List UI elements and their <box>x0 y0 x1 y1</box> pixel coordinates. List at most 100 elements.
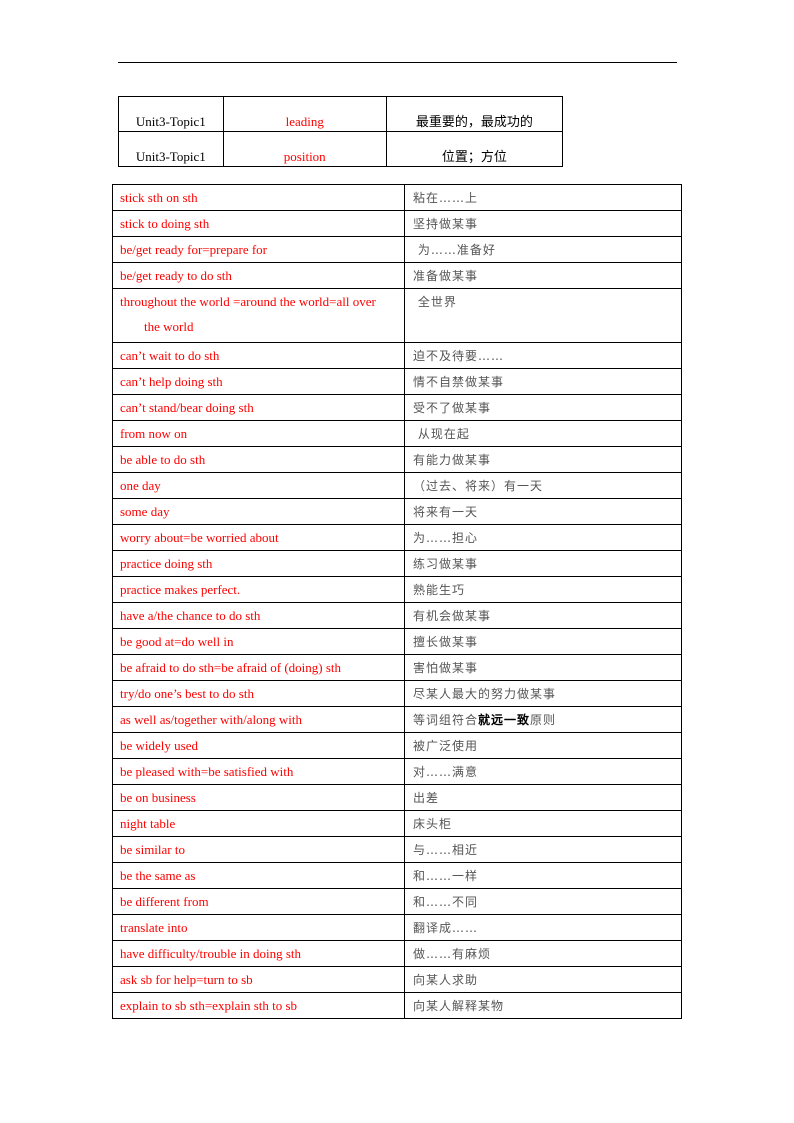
phrase-zh-cell: 被广泛使用 <box>404 732 682 759</box>
meaning-cell: 位置；方位 <box>385 131 564 167</box>
phrase-zh-text: 从现在起 <box>413 427 470 441</box>
phrase-zh-cell: 练习做某事 <box>404 550 682 577</box>
unit-cell: Unit3-Topic1 <box>118 96 224 132</box>
phrase-en-cell: be/get ready for=prepare for <box>112 236 405 263</box>
phrase-zh-cell: （过去、将来）有一天 <box>404 472 682 499</box>
table-row: one day （过去、将来）有一天 <box>112 472 682 499</box>
table-row: night table 床头柜 <box>112 810 682 837</box>
vocabulary-table: Unit3-Topic1 leading 最重要的，最成功的 Unit3-Top… <box>118 96 564 167</box>
table-row: explain to sb sth=explain sth to sb 向某人解释… <box>112 992 682 1019</box>
phrase-en-cell: one day <box>112 472 405 499</box>
phrase-zh-cell: 出差 <box>404 784 682 811</box>
phrase-zh-cell: 迫不及待要…… <box>404 342 682 369</box>
table-row: Unit3-Topic1 leading 最重要的，最成功的 <box>118 96 564 132</box>
phrase-en-cell: stick to doing sth <box>112 210 405 237</box>
phrase-table: stick sth on sth 粘在……上 stick to doing sth 坚… <box>112 184 682 1019</box>
phrase-en-text: be widely used <box>120 738 198 753</box>
phrase-zh-text: 准备做某事 <box>413 269 479 283</box>
phrase-en-cell: be on business <box>112 784 405 811</box>
phrase-en-cell: throughout the world =around the world=a… <box>112 288 405 343</box>
phrase-en-text: from now on <box>120 426 188 441</box>
phrase-en-cell: as well as/together with/along with <box>112 706 405 733</box>
phrase-zh-cell: 等词组符合就远一致原则 <box>404 706 682 733</box>
phrase-en-cell: can’t stand/bear doing sth <box>112 394 405 421</box>
phrase-en-text: throughout the world =around the world=a… <box>120 294 376 309</box>
phrase-en-cell: explain to sb sth=explain sth to sb <box>112 992 405 1019</box>
phrase-zh-text: 等词组符合 <box>413 713 479 727</box>
phrase-zh-cell: 床头柜 <box>404 810 682 837</box>
phrase-zh-cell: 熟能生巧 <box>404 576 682 603</box>
phrase-zh-cell: 向某人解释某物 <box>404 992 682 1019</box>
phrase-en-cell: some day <box>112 498 405 525</box>
phrase-zh-text: 迫不及待要…… <box>413 349 505 363</box>
table-row: worry about=be worried about 为……担心 <box>112 524 682 551</box>
table-row: be pleased with=be satisfied with 对……满意 <box>112 758 682 785</box>
phrase-zh-cell: 坚持做某事 <box>404 210 682 237</box>
table-row: be/get ready for=prepare for 为……准备好 <box>112 236 682 263</box>
phrase-en-cell: be good at=do well in <box>112 628 405 655</box>
phrase-en-text: can’t help doing sth <box>120 374 223 389</box>
phrase-en-text: be different from <box>120 894 209 909</box>
table-row: be similar to 与……相近 <box>112 836 682 863</box>
phrase-en-text: have difficulty/trouble in doing sth <box>120 946 302 961</box>
phrase-en-cell: be able to do sth <box>112 446 405 473</box>
phrase-zh-text: 熟能生巧 <box>413 583 466 597</box>
phrase-zh-cell: 有能力做某事 <box>404 446 682 473</box>
phrase-en-cell: be afraid to do sth=be afraid of (doing)… <box>112 654 405 681</box>
phrase-zh-text: 擅长做某事 <box>413 635 479 649</box>
header-rule <box>118 62 677 63</box>
phrase-zh-cell: 与……相近 <box>404 836 682 863</box>
phrase-zh-cell: 尽某人最大的努力做某事 <box>404 680 682 707</box>
table-row: translate into 翻译成…… <box>112 914 682 941</box>
phrase-zh-cell: 准备做某事 <box>404 262 682 289</box>
phrase-zh-text: 床头柜 <box>413 817 453 831</box>
phrase-en-text: be good at=do well in <box>120 634 234 649</box>
phrase-zh-text: 害怕做某事 <box>413 661 479 675</box>
word-cell: leading <box>222 96 387 132</box>
phrase-zh-cell: 从现在起 <box>404 420 682 447</box>
table-row: be/get ready to do sth 准备做某事 <box>112 262 682 289</box>
phrase-zh-text: 坚持做某事 <box>413 217 479 231</box>
phrase-en-cell: have difficulty/trouble in doing sth <box>112 940 405 967</box>
phrase-zh-text: 与……相近 <box>413 843 479 857</box>
phrase-en-text: be on business <box>120 790 196 805</box>
table-row: can’t wait to do sth 迫不及待要…… <box>112 342 682 369</box>
phrase-zh-text: 有机会做某事 <box>413 609 492 623</box>
phrase-zh-text: 将来有一天 <box>413 505 479 519</box>
phrase-zh-text: 被广泛使用 <box>413 739 479 753</box>
phrase-zh-text: 向某人求助 <box>413 973 479 987</box>
table-row: be afraid to do sth=be afraid of (doing)… <box>112 654 682 681</box>
phrase-zh-text: 受不了做某事 <box>413 401 492 415</box>
phrase-zh-text: 做……有麻烦 <box>413 947 492 961</box>
phrase-zh-cell: 将来有一天 <box>404 498 682 525</box>
phrase-zh-text: 原则 <box>530 713 557 727</box>
phrase-zh-text: （过去、将来）有一天 <box>413 479 544 493</box>
phrase-en-text: be similar to <box>120 842 185 857</box>
phrase-zh-text: 为……准备好 <box>413 243 496 257</box>
table-row: practice doing sth 练习做某事 <box>112 550 682 577</box>
phrase-en-cell: be pleased with=be satisfied with <box>112 758 405 785</box>
phrase-en-cell: be the same as <box>112 862 405 889</box>
phrase-zh-text: 对……满意 <box>413 765 479 779</box>
phrase-zh-cell: 粘在……上 <box>404 184 682 211</box>
phrase-en-text: stick sth on sth <box>120 190 198 205</box>
phrase-en-text: stick to doing sth <box>120 216 210 231</box>
phrase-zh-text: 情不自禁做某事 <box>413 375 505 389</box>
phrase-zh-text: 有能力做某事 <box>413 453 492 467</box>
phrase-en-text: be able to do sth <box>120 452 206 467</box>
phrase-en-text: be the same as <box>120 868 196 883</box>
phrase-zh-cell: 害怕做某事 <box>404 654 682 681</box>
table-row: ask sb for help=turn to sb 向某人求助 <box>112 966 682 993</box>
table-row: from now on 从现在起 <box>112 420 682 447</box>
phrase-zh-cell: 受不了做某事 <box>404 394 682 421</box>
word-cell: position <box>222 131 387 167</box>
phrase-en-cell: be widely used <box>112 732 405 759</box>
phrase-en-text: practice doing sth <box>120 556 213 571</box>
table-row: have difficulty/trouble in doing sth 做……有… <box>112 940 682 967</box>
table-row: practice makes perfect. 熟能生巧 <box>112 576 682 603</box>
phrase-en-text: worry about=be worried about <box>120 530 279 545</box>
phrase-en-cell: have a/the chance to do sth <box>112 602 405 629</box>
table-row: be good at=do well in 擅长做某事 <box>112 628 682 655</box>
table-row: stick to doing sth 坚持做某事 <box>112 210 682 237</box>
phrase-en-text: explain to sb sth=explain sth to sb <box>120 998 298 1013</box>
